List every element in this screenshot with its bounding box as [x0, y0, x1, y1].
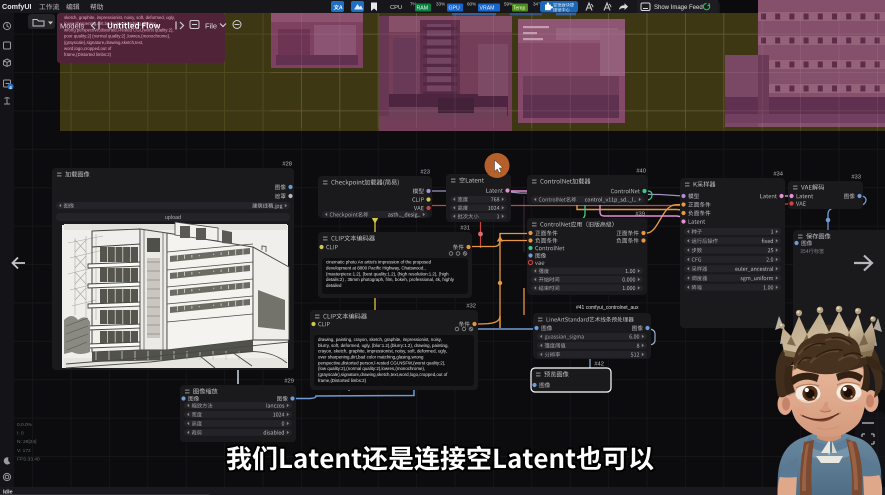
svg-text:CPU: CPU	[390, 5, 402, 11]
svg-text:poor quality:2] (normal qualit: poor quality:2] (normal quality:2] ,lowr…	[64, 34, 170, 39]
svg-text:(masterpiece:1.2), (best quali: (masterpiece:1.2), (best quality:1.2), (…	[326, 271, 449, 276]
svg-text:FPS:33.40: FPS:33.40	[17, 456, 40, 462]
svg-text:59%: 59%	[504, 2, 513, 7]
svg-text:#41 comfyui_controlnet_aux: #41 comfyui_controlnet_aux	[576, 305, 639, 311]
svg-text:#42: #42	[594, 362, 604, 368]
svg-text:details:2) , 35mm photograph,: details:2) , 35mm photograph, film, boke…	[326, 277, 455, 282]
svg-text:(grayscale),signature,drawing,: (grayscale),signature,drawing,sketch,tex…	[318, 372, 448, 377]
svg-text:development at 8800 Pacific Hi: development at 8800 Pacific Highway, Cha…	[326, 265, 426, 270]
svg-text:34°: 34°	[533, 2, 540, 7]
svg-text:ComfyUI: ComfyUI	[2, 2, 32, 11]
svg-text:VRAM: VRAM	[480, 6, 495, 12]
svg-text:GPU: GPU	[449, 6, 460, 12]
svg-text:detailed: detailed	[326, 283, 342, 288]
svg-text:crayon, sketch, graphite, impr: crayon, sketch, graphite, impressionist,…	[318, 349, 447, 354]
svg-text:File: File	[205, 22, 217, 31]
svg-text:33%: 33%	[436, 2, 445, 7]
svg-text:#23: #23	[420, 170, 430, 176]
svg-text:word,logo,cropped,out of: word,logo,cropped,out of	[64, 46, 112, 51]
svg-text:I: 0: I: 0	[17, 431, 24, 437]
svg-text:Models: Models	[60, 22, 84, 31]
svg-text:perspective,distorted person,l: perspective,distorted person,l-rested CG…	[318, 360, 445, 365]
svg-text:blurry, soft, deformed, ugly,: blurry, soft, deformed, ugly, (blur:1.2)…	[318, 343, 449, 348]
svg-text:#28: #28	[282, 162, 292, 168]
svg-text:#32: #32	[466, 304, 476, 310]
svg-text:RAM: RAM	[417, 6, 429, 12]
svg-text:N: 29[24]: N: 29[24]	[17, 439, 36, 445]
svg-text:upload: upload	[165, 215, 181, 221]
svg-text:(grayscale),signature,drawing,: (grayscale),signature,drawing,sketch,tex…	[64, 40, 143, 45]
svg-text:0.0.0%: 0.0.0%	[17, 422, 33, 428]
svg-text:#33: #33	[851, 175, 861, 181]
svg-text:frame,(Distorted limbs:2): frame,(Distorted limbs:2)	[64, 52, 112, 57]
svg-text:#31: #31	[460, 226, 470, 232]
svg-text:#40: #40	[636, 169, 646, 175]
svg-text:Show Image Feed: Show Image Feed	[654, 5, 703, 11]
svg-text:drawing, painting, crayon, ske: drawing, painting, crayon, sketch, graph…	[318, 337, 442, 342]
svg-text:cinematic photo An artist's im: cinematic photo An artist's impression o…	[326, 260, 432, 265]
svg-text:#29: #29	[284, 379, 294, 385]
svg-text:sketch, graphite, impressionis: sketch, graphite, impressionist, noisy, …	[64, 15, 175, 20]
svg-text:Temp: Temp	[513, 6, 525, 12]
svg-text:V: 172: V: 172	[17, 448, 31, 454]
svg-text:60%: 60%	[467, 2, 476, 7]
svg-text:frame,(Distorted limbs:2): frame,(Distorted limbs:2)	[318, 378, 367, 383]
svg-text:(low quality:2),(normal qualit: (low quality:2),(normal quality:2),lowre…	[318, 366, 425, 371]
svg-text:#39: #39	[635, 212, 645, 218]
svg-text:Idle: Idle	[3, 489, 13, 495]
svg-text:#34: #34	[773, 172, 783, 178]
svg-text:over sharpening,dirt,bad color: over sharpening,dirt,bad color matching,…	[318, 355, 424, 360]
